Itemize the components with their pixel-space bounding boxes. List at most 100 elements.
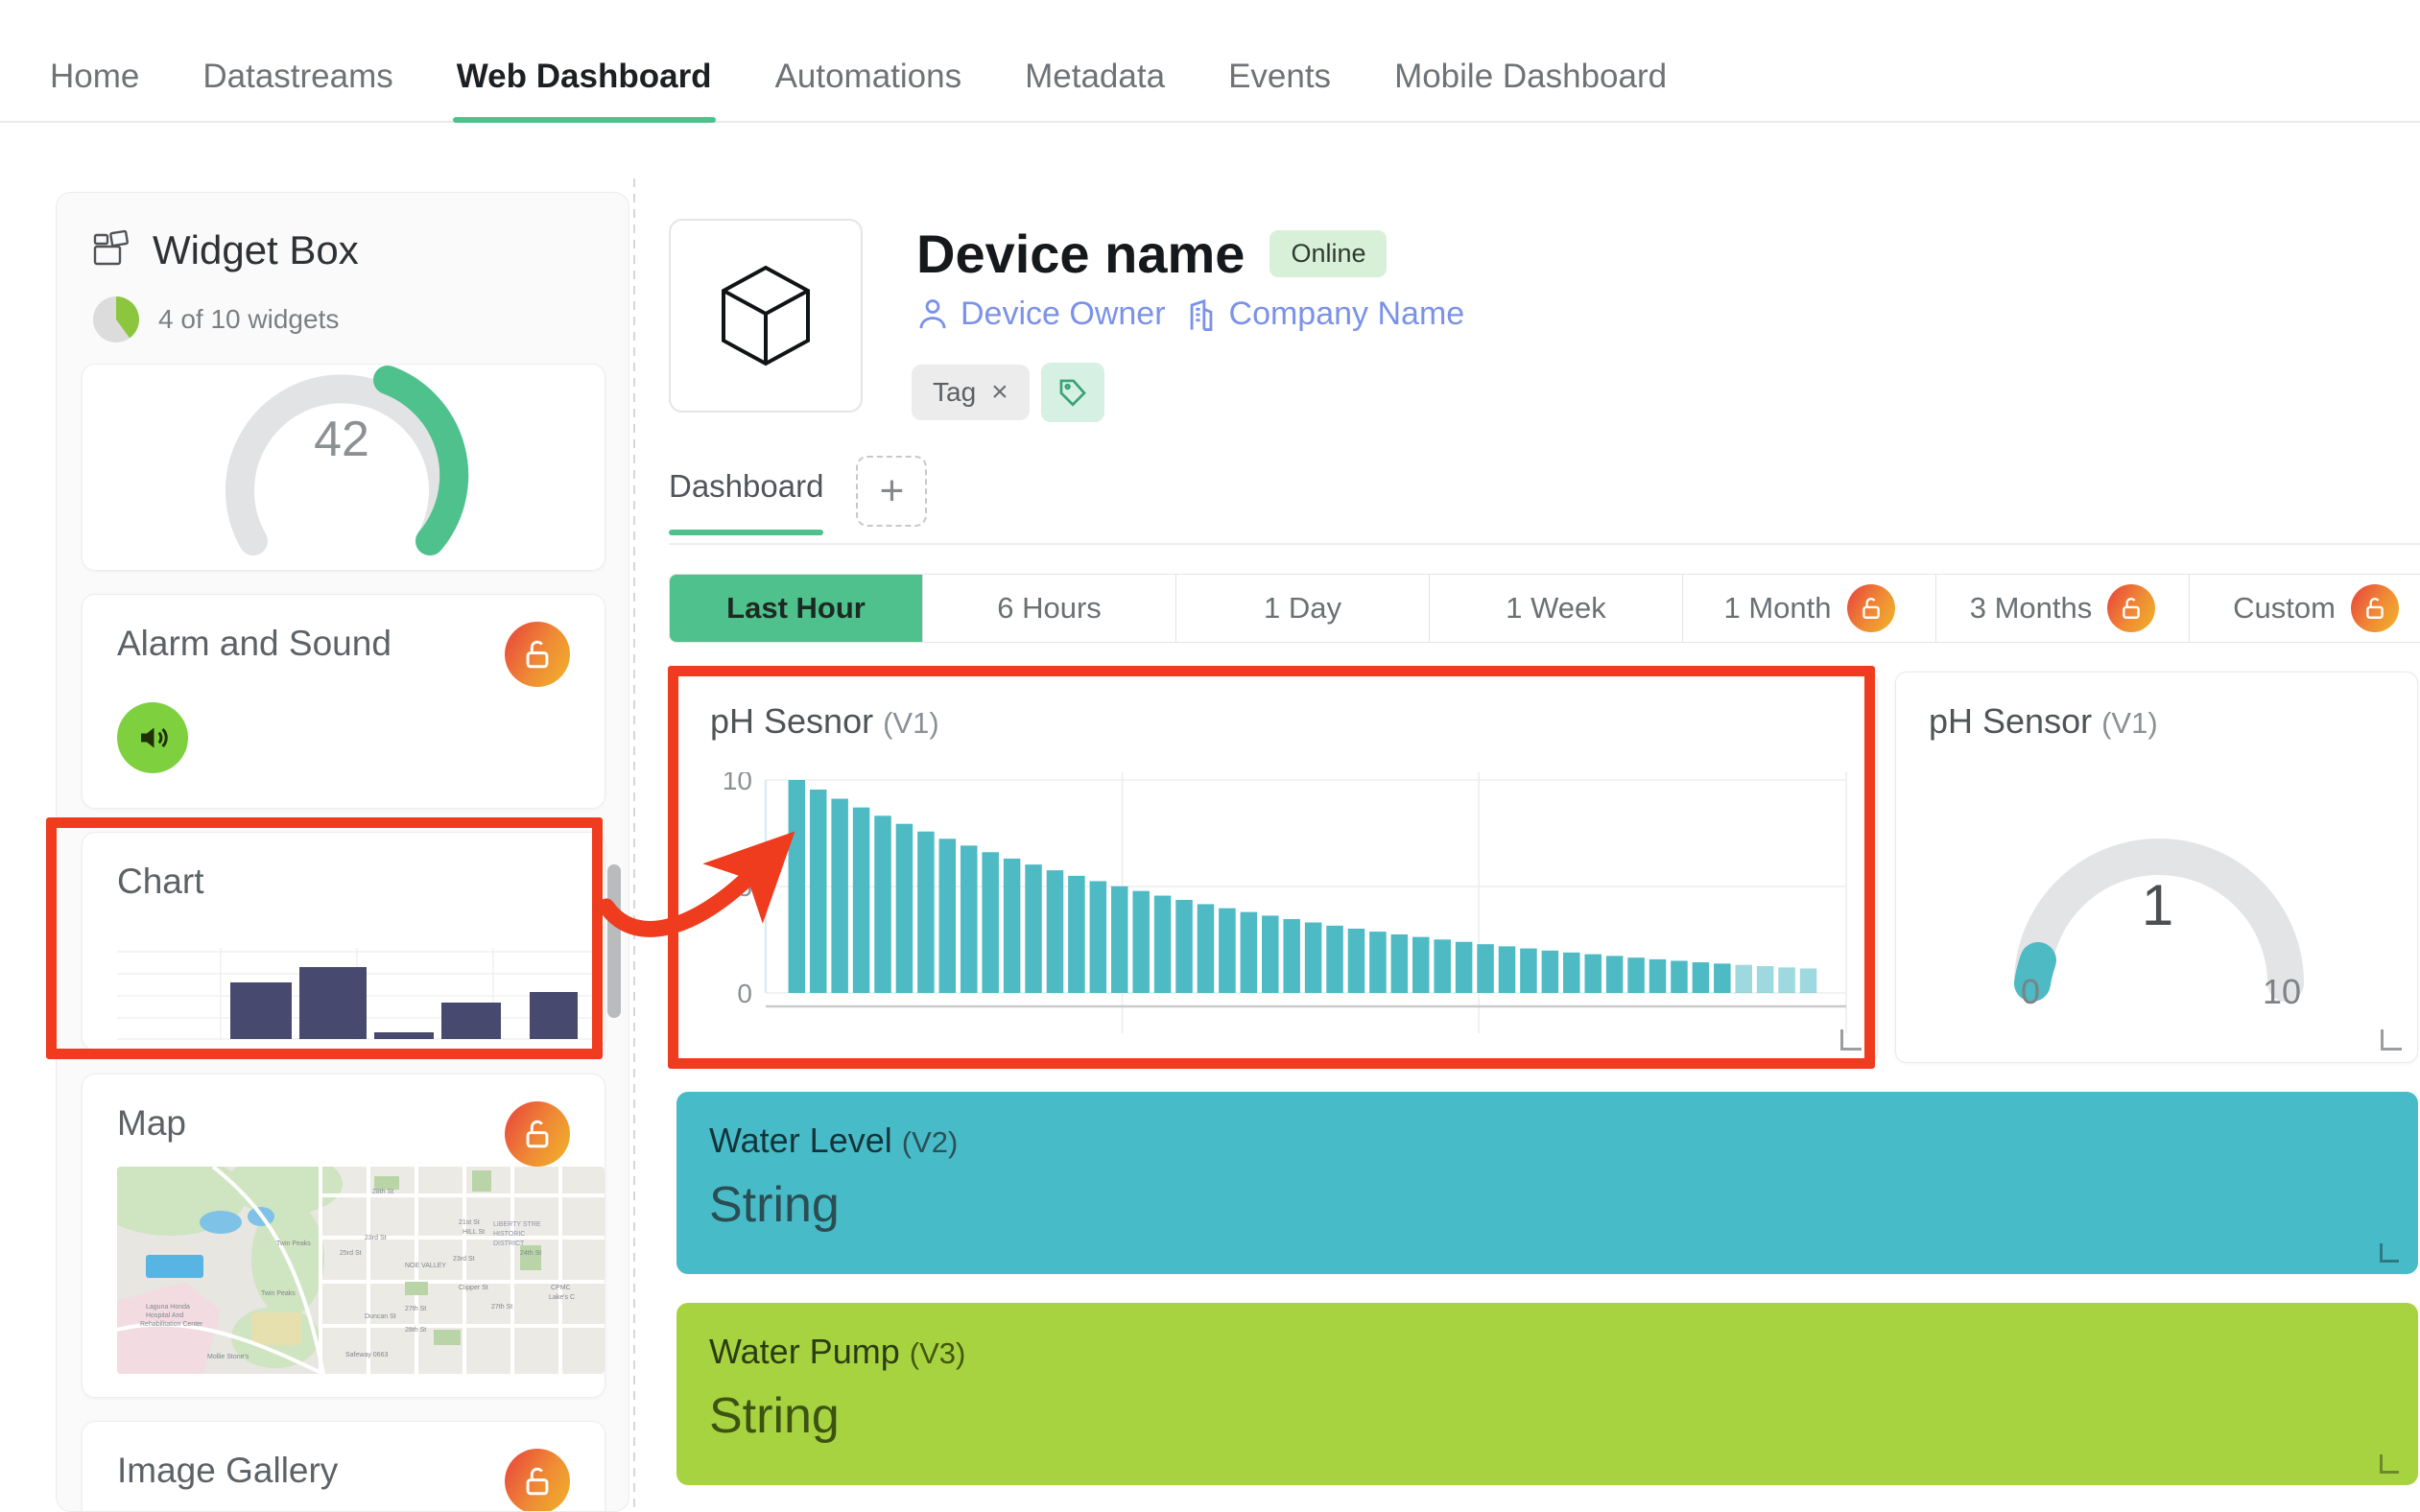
widget-box-list[interactable]: 42 Alarm and Sound Chart Map 28th St 21s… (57, 364, 629, 1511)
gauge-value: 1 (2141, 873, 2174, 937)
widget-virtual-pin: (V1) (883, 706, 939, 740)
person-icon (919, 298, 946, 328)
svg-text:5: 5 (737, 872, 752, 902)
resize-handle[interactable] (2380, 1454, 2399, 1474)
nav-item-automations[interactable]: Automations (775, 58, 962, 121)
range-1-day[interactable]: 1 Day (1176, 575, 1430, 642)
sidebar-scrollbar-thumb[interactable] (607, 864, 621, 1018)
svg-text:Clipper St: Clipper St (459, 1285, 488, 1291)
widget-value: String (709, 1388, 840, 1444)
device-owner-label: Device Owner (961, 295, 1166, 332)
tag-icon (1059, 379, 1086, 407)
gauge-preview-graphic: 42 (198, 365, 486, 570)
widget-virtual-pin: (V2) (901, 1125, 959, 1159)
widget-box-header: Widget Box 4 of 10 widgets (57, 193, 629, 343)
unlock-icon[interactable] (505, 1449, 570, 1511)
building-icon (1190, 298, 1212, 331)
svg-text:Mollie Stone's: Mollie Stone's (207, 1354, 249, 1360)
resize-handle[interactable] (2380, 1243, 2399, 1263)
range-3-months[interactable]: 3 Months (1936, 575, 2190, 642)
range-1-month[interactable]: 1 Month (1683, 575, 1936, 642)
svg-text:27th St: 27th St (405, 1306, 426, 1312)
dashboard-tab-strip: Dashboard + (669, 456, 2420, 545)
company-label: Company Name (1228, 295, 1465, 332)
speaker-icon[interactable] (117, 702, 188, 773)
add-dashboard-tab-button[interactable]: + (856, 456, 928, 527)
widget-water-pump[interactable]: Water Pump (V3) String (676, 1303, 2418, 1485)
unlock-icon[interactable] (505, 1101, 570, 1167)
widget-title: Water Level (V2) (676, 1092, 2418, 1161)
gauge-max-label: 10 (2263, 972, 2302, 1011)
device-title-row: Device name Online (916, 223, 1388, 285)
widget-box-panel: Widget Box 4 of 10 widgets 42 Alarm and … (56, 192, 629, 1512)
resize-handle[interactable] (1840, 1029, 1862, 1051)
svg-text:Duncan St: Duncan St (365, 1313, 396, 1320)
device-thumbnail (669, 219, 863, 413)
range-label: 1 Week (1506, 591, 1606, 625)
nav-item-home[interactable]: Home (50, 58, 139, 121)
range-custom[interactable]: Custom (2190, 575, 2420, 642)
svg-text:27th St: 27th St (491, 1304, 512, 1311)
svg-text:21st St: 21st St (459, 1219, 480, 1226)
svg-text:LIBERTY STRE: LIBERTY STRE (493, 1221, 541, 1228)
svg-text:Lake's C: Lake's C (549, 1294, 575, 1301)
nav-item-web-dashboard[interactable]: Web Dashboard (452, 58, 716, 123)
device-name: Device name (916, 224, 1246, 284)
widget-card-map[interactable]: Map 28th St 21st St HILL St 23rd St 25rd… (82, 1074, 605, 1398)
widget-title-text: Water Level (709, 1121, 892, 1160)
widget-ph-sensor-gauge[interactable]: pH Sensor (V1) 1 0 10 (1895, 672, 2418, 1063)
svg-text:NOE VALLEY: NOE VALLEY (405, 1263, 446, 1269)
svg-text:Laguna Honda: Laguna Honda (146, 1304, 190, 1311)
svg-text:HILL St: HILL St (463, 1229, 485, 1236)
close-icon[interactable]: × (991, 376, 1008, 409)
widget-box-icon (93, 229, 135, 272)
time-range-selector: Last Hour 6 Hours 1 Day 1 Week 1 Month 3… (669, 574, 2420, 643)
company-link[interactable]: Company Name (1185, 295, 1465, 333)
range-label: Last Hour (726, 591, 866, 625)
svg-text:Twin Peaks: Twin Peaks (276, 1240, 311, 1247)
widget-card-alarm-and-sound[interactable]: Alarm and Sound (82, 594, 605, 809)
widget-card-gauge-preview[interactable]: 42 (82, 364, 605, 571)
widget-title: Water Pump (V3) (676, 1303, 2418, 1372)
nav-item-events[interactable]: Events (1228, 58, 1331, 121)
nav-item-datastreams[interactable]: Datastreams (202, 58, 392, 121)
unlock-icon (2350, 584, 2399, 632)
widget-card-image-gallery[interactable]: Image Gallery (82, 1421, 605, 1511)
range-6-hours[interactable]: 6 Hours (923, 575, 1176, 642)
gauge-preview-value: 42 (314, 412, 369, 467)
widget-usage-pie-icon (93, 296, 139, 343)
bar-chart-canvas: 0 5 10 (723, 772, 1847, 1033)
svg-text:Hospital And: Hospital And (146, 1312, 183, 1319)
widget-box-title: Widget Box (153, 227, 359, 272)
range-last-hour[interactable]: Last Hour (670, 575, 923, 642)
panel-divider (633, 178, 635, 1512)
widget-water-level[interactable]: Water Level (V2) String (676, 1092, 2418, 1274)
device-owner-link[interactable]: Device Owner (916, 295, 1166, 333)
resize-handle[interactable] (2381, 1029, 2402, 1051)
widget-title-text: pH Sensor (1929, 701, 2093, 741)
tag-label: Tag (933, 377, 977, 407)
svg-text:28th St: 28th St (372, 1189, 393, 1195)
range-1-week[interactable]: 1 Week (1430, 575, 1683, 642)
widget-ph-sensor-chart[interactable]: pH Sesnor (V1) 0 5 10 (676, 672, 1878, 1063)
nav-item-mobile-dashboard[interactable]: Mobile Dashboard (1394, 58, 1667, 121)
svg-text:23rd St: 23rd St (365, 1235, 387, 1241)
widget-title-text: pH Sesnor (710, 701, 874, 741)
widget-card-chart[interactable]: Chart (82, 832, 605, 1051)
svg-text:Safeway 0663: Safeway 0663 (345, 1352, 388, 1358)
svg-text:HISTORIC: HISTORIC (493, 1231, 525, 1238)
gauge-min-label: 0 (2021, 972, 2041, 1011)
svg-text:Rehabilitation Center: Rehabilitation Center (140, 1321, 203, 1328)
nav-item-metadata[interactable]: Metadata (1025, 58, 1165, 121)
svg-text:23rd St: 23rd St (453, 1256, 475, 1263)
unlock-icon (2107, 584, 2156, 632)
widget-card-title: Chart (117, 862, 204, 901)
add-tag-button[interactable] (1040, 363, 1104, 422)
unlock-icon[interactable] (505, 622, 570, 687)
tag-chip[interactable]: Tag × (912, 365, 1030, 420)
device-meta-row: Device Owner Company Name (916, 295, 1464, 333)
svg-text:CPMC: CPMC (551, 1285, 571, 1291)
svg-text:25rd St: 25rd St (340, 1250, 362, 1257)
tab-dashboard[interactable]: Dashboard (669, 468, 824, 535)
range-label: 6 Hours (997, 591, 1102, 625)
